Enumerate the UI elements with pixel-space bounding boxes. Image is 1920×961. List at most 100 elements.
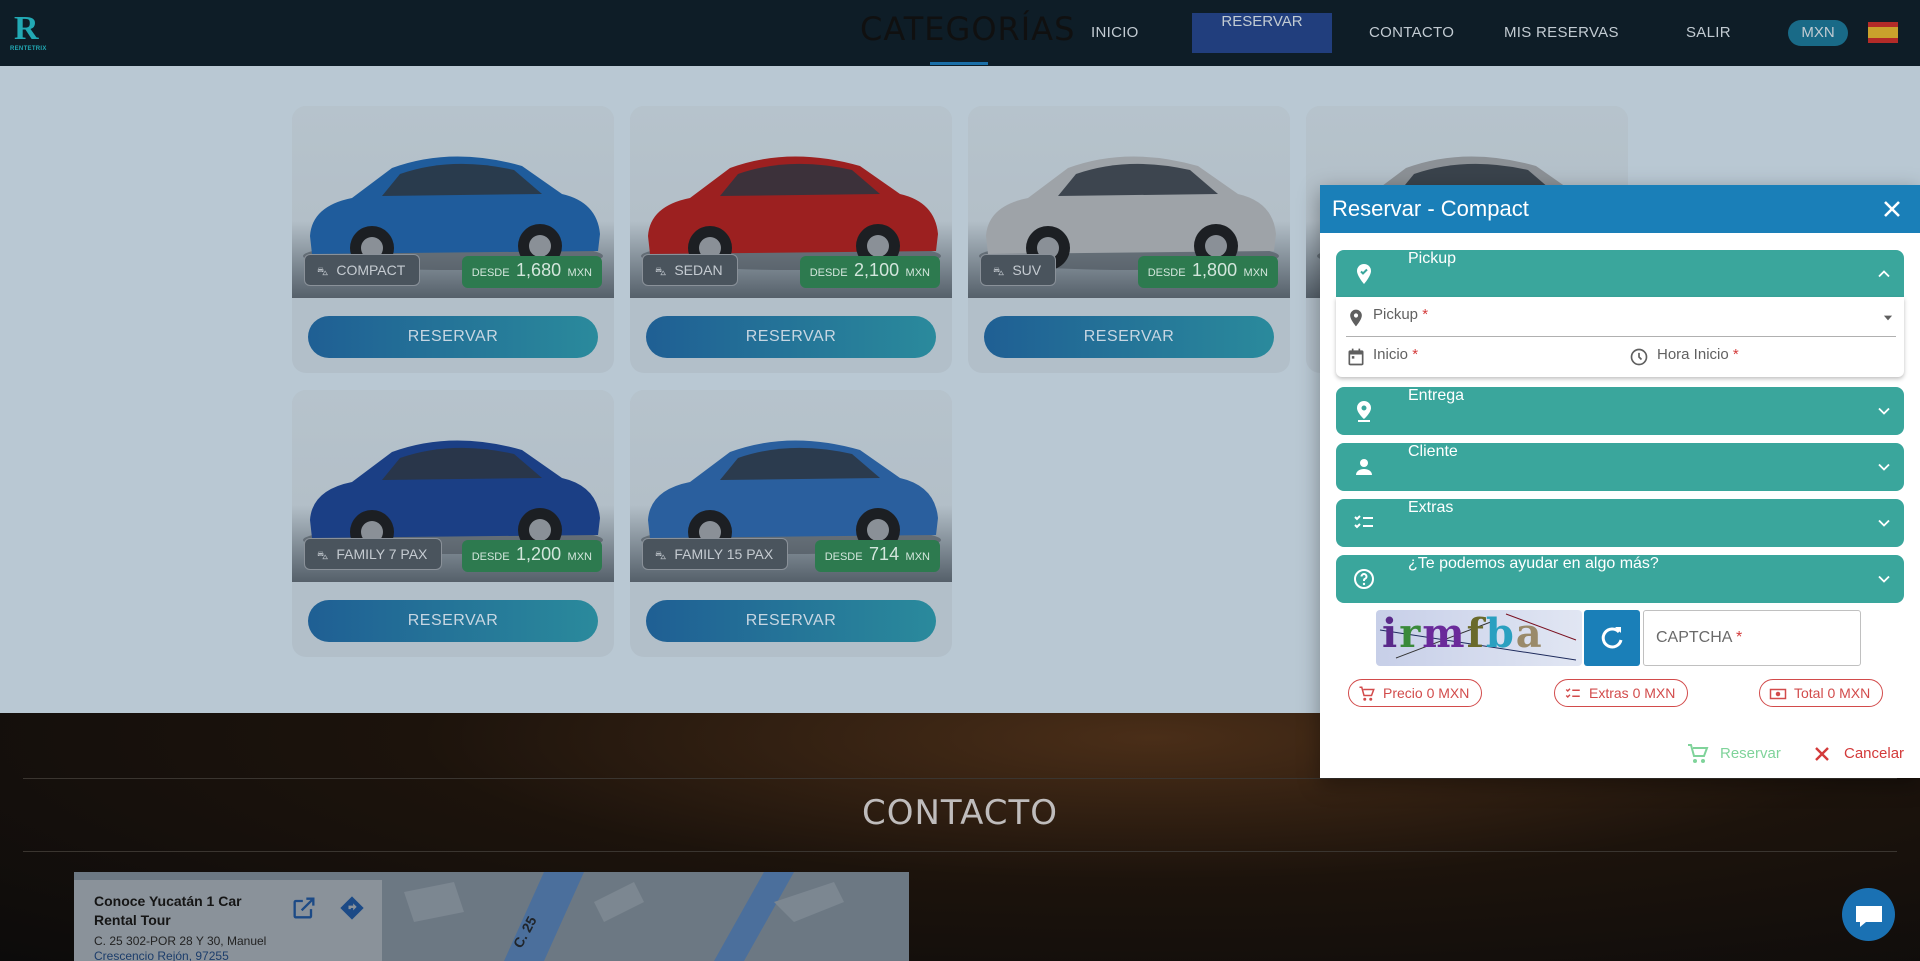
total-chip: Total 0 MXN: [1759, 679, 1884, 707]
divider: [23, 851, 1897, 852]
category-label: COMPACT: [336, 262, 406, 278]
category-label: SEDAN: [674, 262, 723, 278]
map-info-card: Conoce Yucatán 1 Car Rental Tour C. 25 3…: [74, 880, 382, 961]
divider: [23, 778, 1897, 779]
price-price: 1,800: [1192, 260, 1238, 280]
nav-link-salir[interactable]: SALIR: [1686, 24, 1731, 41]
car-icon: ⛍: [655, 266, 667, 278]
category-label: FAMILY 7 PAX: [336, 546, 428, 562]
car-icon: ⛍: [317, 550, 329, 562]
nav-link-inicio[interactable]: INICIO: [1091, 24, 1139, 41]
price-currency: MXN: [567, 551, 592, 563]
precio-chip: Precio 0 MXN: [1348, 679, 1483, 707]
price-currency: MXN: [567, 267, 592, 279]
reservar-card-button[interactable]: RESERVAR: [646, 316, 936, 358]
chevron-up-icon: [1874, 264, 1894, 284]
category-badge: ⛍ COMPACT: [304, 254, 421, 286]
category-card: ⛍ SEDAN DESDE 2,100 MXN RESERVAR: [630, 106, 952, 373]
refresh-icon: [1601, 627, 1623, 649]
refresh-captcha-button[interactable]: [1584, 610, 1640, 666]
calendar-icon: [1348, 348, 1364, 366]
nav-link-mis-reservas[interactable]: MIS RESERVAS: [1504, 24, 1619, 41]
pin-check-icon: [1352, 262, 1376, 286]
price-currency: MXN: [905, 267, 930, 279]
hora-inicio-field[interactable]: Hora Inicio *: [1657, 346, 1739, 363]
close-icon: [1815, 747, 1829, 761]
price-price: 1,680: [516, 260, 562, 280]
price-from: DESDE: [471, 267, 510, 279]
price-price: 1,200: [516, 544, 562, 564]
price-from: DESDE: [471, 551, 510, 563]
top-navbar: R RENTETRIX CATEGORÍAS INICIO RESERVAR C…: [0, 0, 1920, 66]
title-underline: [930, 62, 988, 65]
cancelar-button[interactable]: Cancelar: [1810, 742, 1904, 766]
reservar-card-button[interactable]: RESERVAR: [308, 316, 598, 358]
reservar-card-button[interactable]: RESERVAR: [308, 600, 598, 642]
price-badge: DESDE 2,100 MXN: [799, 256, 940, 288]
contact-title: CONTACTO: [862, 793, 1058, 833]
price-badge: DESDE 1,800 MXN: [1137, 256, 1278, 288]
extras-chip: Extras 0 MXN: [1554, 679, 1689, 707]
price-badge: DESDE 714 MXN: [814, 540, 940, 572]
accordion-pickup[interactable]: Pickup: [1336, 250, 1904, 298]
pin-icon: [1352, 399, 1376, 423]
help-icon: [1352, 567, 1376, 591]
currency-selector[interactable]: MXN: [1788, 20, 1848, 46]
category-card: ⛍ FAMILY 15 PAX DESDE 714 MXN RESERVAR: [630, 390, 952, 657]
pickup-select[interactable]: Pickup *: [1373, 306, 1428, 323]
car-icon: ⛍: [317, 266, 329, 278]
location-pin-icon: [1350, 309, 1362, 327]
price-from: DESDE: [1147, 267, 1186, 279]
cart-icon: [1688, 744, 1709, 763]
category-card: ⛍ FAMILY 7 PAX DESDE 1,200 MXN RESERVAR: [292, 390, 614, 657]
nav-link-reservar[interactable]: RESERVAR: [1192, 13, 1332, 53]
category-label: FAMILY 15 PAX: [674, 546, 774, 562]
accordion-extras[interactable]: Extras: [1336, 499, 1904, 547]
car-icon: ⛍: [655, 550, 667, 562]
chat-button[interactable]: [1842, 888, 1895, 941]
nav-link-contacto[interactable]: CONTACTO: [1369, 24, 1454, 41]
place-address-line2: Crescencio Rejón, 97255: [94, 949, 229, 961]
price-badge: DESDE 1,200 MXN: [461, 540, 602, 572]
dropdown-arrow-icon[interactable]: [1881, 311, 1895, 325]
price-from: DESDE: [824, 551, 863, 563]
captcha-input[interactable]: CAPTCHA *: [1643, 610, 1861, 666]
reservar-card-button[interactable]: RESERVAR: [984, 316, 1274, 358]
price-badge: DESDE 1,680 MXN: [461, 256, 602, 288]
dialog-header: Reservar - Compact: [1320, 185, 1920, 233]
cart-icon: [1359, 686, 1375, 701]
close-icon[interactable]: [1878, 195, 1906, 223]
price-price: 714: [869, 544, 900, 564]
accordion-entrega[interactable]: Entrega: [1336, 387, 1904, 435]
inicio-date-field[interactable]: Inicio *: [1373, 346, 1418, 363]
page-title: CATEGORÍAS: [860, 10, 1076, 48]
accordion-cliente[interactable]: Cliente: [1336, 443, 1904, 491]
open-external-icon[interactable]: [290, 894, 318, 922]
person-icon: [1352, 455, 1376, 479]
chevron-down-icon: [1874, 513, 1894, 533]
category-card: ⛍ SUV DESDE 1,800 MXN RESERVAR: [968, 106, 1290, 373]
directions-icon[interactable]: [338, 894, 366, 922]
checklist-icon: [1352, 511, 1376, 535]
price-price: 2,100: [854, 260, 900, 280]
category-badge: ⛍ SEDAN: [642, 254, 738, 286]
clock-icon: [1630, 348, 1648, 366]
price-currency: MXN: [905, 551, 930, 563]
dialog-title: Reservar - Compact: [1332, 196, 1529, 221]
captcha-image: irmfba: [1376, 610, 1582, 666]
spain-flag-icon[interactable]: [1868, 22, 1898, 43]
category-badge: ⛍ FAMILY 7 PAX: [304, 538, 443, 570]
reservar-button[interactable]: Reservar: [1686, 742, 1781, 766]
car-icon: ⛍: [993, 266, 1005, 278]
logo[interactable]: R RENTETRIX: [8, 8, 54, 56]
place-address: C. 25 302-POR 28 Y 30, Manuel: [94, 934, 267, 948]
chevron-down-icon: [1874, 569, 1894, 589]
category-badge: ⛍ SUV: [980, 254, 1057, 286]
reservar-card-button[interactable]: RESERVAR: [646, 600, 936, 642]
chevron-down-icon: [1874, 401, 1894, 421]
chat-icon: [1856, 906, 1882, 927]
reservation-dialog: Reservar - Compact Pickup Pickup * Inici…: [1320, 185, 1920, 778]
price-from: DESDE: [809, 267, 848, 279]
accordion-ayuda[interactable]: ¿Te podemos ayudar en algo más?: [1336, 555, 1904, 603]
category-card: ⛍ COMPACT DESDE 1,680 MXN RESERVAR: [292, 106, 614, 373]
